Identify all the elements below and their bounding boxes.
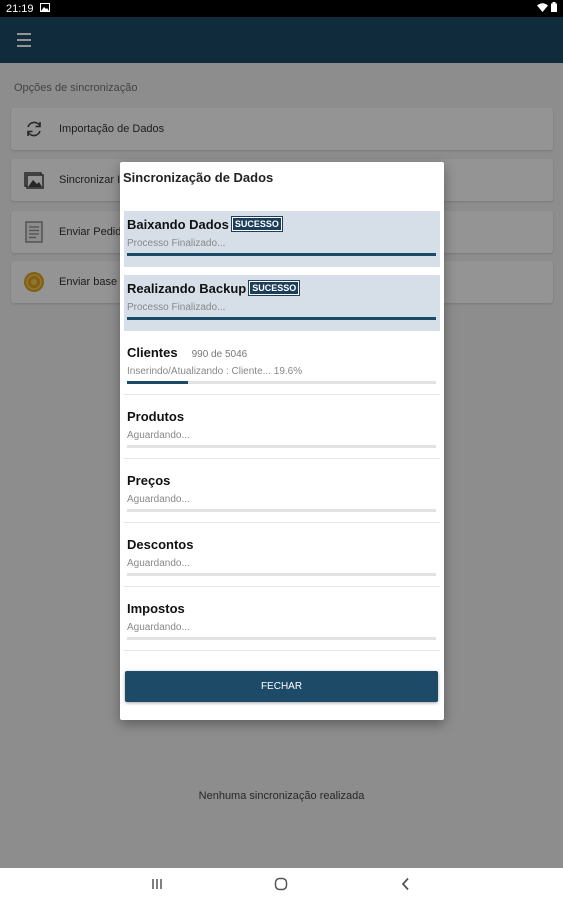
close-button[interactable]: FECHAR [125,671,438,702]
progress-fill [127,381,188,384]
system-nav-bar [0,868,563,900]
task-status-text: Processo Finalizado... [127,302,226,313]
task-backup: Realizando Backup SUCESSO Processo Finali… [124,275,440,331]
task-download-data: Baixando Dados SUCESSO Processo Finalizad… [124,211,440,267]
row-divider [124,522,440,523]
dialog-title: Sincronização de Dados [123,170,274,185]
row-divider [124,458,440,459]
progress-bar [127,253,436,256]
task-counter: 990 de 5046 [191,349,248,360]
progress-fill [127,253,436,256]
task-name: Descontos [127,537,194,552]
home-icon[interactable] [269,874,293,894]
status-badge: SUCESSO [230,216,283,232]
progress-bar [127,445,436,448]
progress-bar [127,573,436,576]
task-name: Realizando Backup [127,281,247,296]
battery-icon [551,2,557,15]
sync-dialog: Sincronização de Dados Baixando Dados SUC… [120,162,444,720]
progress-bar [127,509,436,512]
task-status-text: Inserindo/Atualizando : Cliente... 19.6% [127,366,303,377]
task-status-text: Aguardando... [127,558,190,569]
status-bar: 21:19 [0,0,563,17]
task-status-text: Aguardando... [127,494,190,505]
status-badge: SUCESSO [248,280,301,296]
back-icon[interactable] [393,874,417,894]
progress-bar [127,381,436,384]
task-discounts: Descontos Aguardando... [124,531,440,587]
task-status-text: Processo Finalizado... [127,238,226,249]
row-divider [124,650,440,651]
task-status-text: Aguardando... [127,622,190,633]
task-taxes: Impostos Aguardando... [124,595,440,651]
wifi-icon [537,2,548,15]
task-name: Impostos [127,601,185,616]
progress-fill [127,317,436,320]
progress-bar [127,317,436,320]
task-name: Clientes [127,345,178,360]
task-name: Produtos [127,409,185,424]
task-clients: Clientes 990 de 5046 Inserindo/Atualizand… [124,339,440,395]
progress-bar [127,637,436,640]
image-notification-icon [39,2,50,15]
row-divider [124,586,440,587]
task-prices: Preços Aguardando... [124,467,440,523]
recent-apps-icon[interactable] [145,874,169,894]
task-name: Preços [127,473,171,488]
status-time: 21:19 [6,2,34,15]
task-status-text: Aguardando... [127,430,190,441]
task-products: Produtos Aguardando... [124,403,440,459]
task-name: Baixando Dados [127,217,229,232]
row-divider [124,394,440,395]
